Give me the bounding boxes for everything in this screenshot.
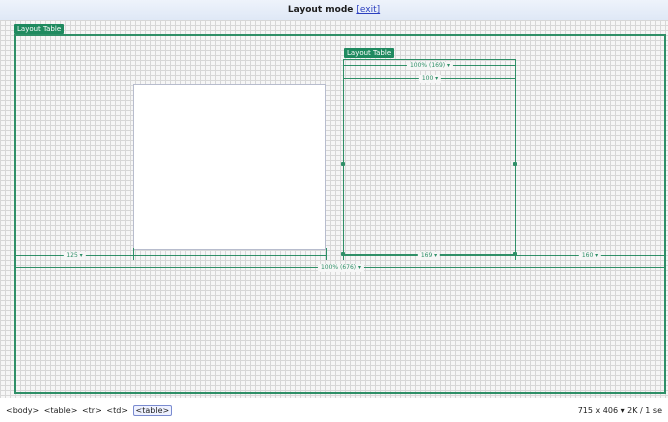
column-width-bar-4[interactable]: 160 ▾ — [515, 252, 665, 260]
window-size-indicator[interactable]: 715 x 406 ▾ 2K / 1 se — [578, 406, 662, 415]
column-width-bar-1[interactable]: 125 ▾ — [16, 252, 133, 260]
exit-layout-mode-link[interactable]: [exit] — [356, 5, 380, 15]
resize-handle[interactable] — [341, 162, 345, 166]
column-width-label-4: 160 ▾ — [578, 252, 602, 260]
inner-layout-table-tab[interactable]: Layout Table — [344, 48, 395, 58]
inner-table-width-label: 100% (169) ▾ — [406, 62, 454, 70]
tag-tr[interactable]: <tr> — [82, 406, 102, 415]
layout-mode-title: Layout mode — [287, 5, 354, 15]
tag-selector: <body> <table> <tr> <td> <table> — [6, 404, 174, 416]
status-bar: <body> <table> <tr> <td> <table> 715 x 4… — [0, 398, 668, 422]
tag-body[interactable]: <body> — [6, 406, 39, 415]
table-width-bar[interactable]: 100% (676) ▾ — [16, 264, 666, 272]
resize-handle[interactable] — [513, 162, 517, 166]
table-width-label: 100% (676) ▾ — [317, 264, 365, 272]
column-width-label-1: 125 ▾ — [63, 252, 86, 260]
outer-layout-table-tab[interactable]: Layout Table — [14, 24, 65, 34]
column-width-label-3: 169 ▾ — [417, 252, 441, 260]
layout-mode-bar: Layout mode [exit] — [0, 0, 668, 21]
inner-column-width-label: 100 ▾ — [418, 75, 442, 83]
column-width-bar-2[interactable] — [133, 252, 326, 260]
inner-table-width-bar[interactable]: 100% (169) ▾ — [344, 62, 516, 70]
column-width-bar-3[interactable]: 169 ▾ — [343, 252, 515, 260]
column-divider[interactable] — [326, 248, 327, 260]
tag-table[interactable]: <table> — [44, 406, 78, 415]
outer-layout-table[interactable] — [14, 34, 666, 394]
inner-layout-table[interactable] — [343, 59, 516, 255]
inner-column-width-bar[interactable]: 100 ▾ — [344, 75, 516, 83]
tag-td[interactable]: <td> — [106, 406, 128, 415]
layout-cell[interactable] — [133, 84, 326, 250]
tag-table-selected[interactable]: <table> — [132, 404, 173, 416]
